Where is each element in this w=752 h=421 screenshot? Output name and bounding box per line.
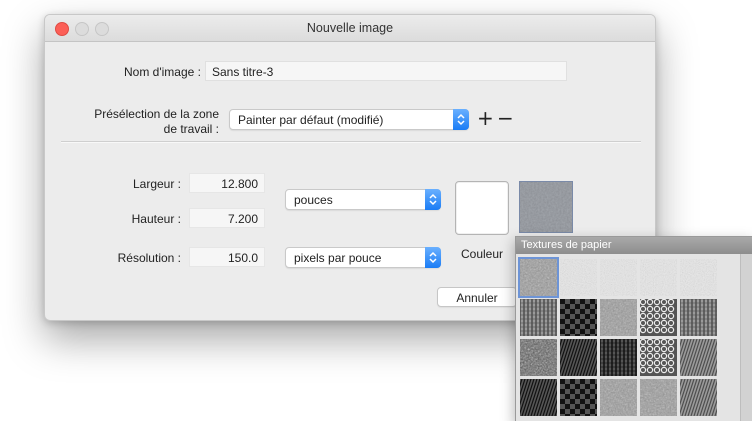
paper-texture-swatch[interactable] <box>519 181 573 233</box>
texture-thumb-grid-dark[interactable] <box>600 339 637 376</box>
texture-pattern-icon <box>680 339 717 376</box>
texture-pattern-icon <box>600 339 637 376</box>
preset-label: Présélection de la zone de travail : <box>49 107 219 137</box>
texture-thumb-circles-dark[interactable] <box>640 339 677 376</box>
resolution-field[interactable]: 150.0 <box>189 247 265 267</box>
textures-panel-title: Textures de papier <box>516 237 752 254</box>
texture-pattern-icon <box>680 259 717 296</box>
preset-label-line1: Présélection de la zone <box>94 107 219 121</box>
size-units-select[interactable]: pouces <box>285 189 441 210</box>
texture-pattern-icon <box>680 379 717 416</box>
texture-pattern-icon <box>520 379 557 416</box>
paper-color-well[interactable] <box>455 181 509 235</box>
resolution-units-select[interactable]: pixels par pouce <box>285 247 441 268</box>
size-units-value: pouces <box>294 193 333 207</box>
texture-pattern-icon <box>640 339 677 376</box>
remove-preset-button[interactable]: − <box>497 108 514 128</box>
width-field[interactable]: 12.800 <box>189 173 265 193</box>
section-divider <box>61 141 641 143</box>
preset-select[interactable]: Painter par défaut (modifié) <box>229 109 469 130</box>
texture-thumb-lines-dark[interactable] <box>520 379 557 416</box>
updown-arrows-icon <box>425 247 441 268</box>
texture-thumb-fabric[interactable] <box>680 299 717 336</box>
texture-pattern-icon <box>680 299 717 336</box>
texture-pattern-icon <box>640 259 677 296</box>
texture-thumb-hatch[interactable] <box>680 339 717 376</box>
texture-preview-icon <box>520 182 572 232</box>
texture-thumb-crumple[interactable] <box>640 379 677 416</box>
texture-pattern-icon <box>520 259 557 296</box>
texture-thumb-bricks[interactable] <box>560 379 597 416</box>
window-title: Nouvelle image <box>306 21 394 35</box>
texture-pattern-icon <box>520 299 557 336</box>
texture-pattern-icon <box>640 299 677 336</box>
texture-thumb-wave[interactable] <box>680 379 717 416</box>
texture-pattern-icon <box>560 259 597 296</box>
texture-pattern-icon <box>600 379 637 416</box>
textures-grid <box>518 257 720 419</box>
resolution-units-value: pixels par pouce <box>294 251 382 265</box>
add-preset-button[interactable]: + <box>477 108 494 128</box>
preset-select-value: Painter par défaut (modifié) <box>238 113 384 127</box>
texture-thumb-grain-light-3[interactable] <box>640 259 677 296</box>
preset-label-line2: de travail : <box>163 122 219 136</box>
texture-pattern-icon <box>640 379 677 416</box>
texture-pattern-icon <box>560 299 597 336</box>
texture-thumb-weave[interactable] <box>520 299 557 336</box>
color-label: Couleur <box>460 247 504 261</box>
texture-thumb-fiber[interactable] <box>600 379 637 416</box>
texture-pattern-icon <box>560 339 597 376</box>
texture-thumb-crackle[interactable] <box>600 299 637 336</box>
resolution-label: Résolution : <box>117 251 181 265</box>
textures-scrollbar[interactable] <box>740 254 752 421</box>
paper-textures-panel: Textures de papier <box>515 236 752 421</box>
image-name-field[interactable]: Sans titre-3 <box>205 61 567 81</box>
updown-arrows-icon <box>453 109 469 130</box>
texture-thumb-dots-dark[interactable] <box>640 299 677 336</box>
texture-thumb-grain-light-4[interactable] <box>680 259 717 296</box>
width-label: Largeur : <box>132 177 181 191</box>
texture-pattern-icon <box>520 339 557 376</box>
texture-thumb-streak-dark[interactable] <box>560 339 597 376</box>
texture-pattern-icon <box>600 259 637 296</box>
screen: Nouvelle image Nom d'image : Sans titre-… <box>0 0 752 421</box>
height-label: Hauteur : <box>131 212 181 226</box>
texture-thumb-checker[interactable] <box>560 299 597 336</box>
cancel-button[interactable]: Annuler <box>437 287 517 307</box>
texture-thumb-stone-dark[interactable] <box>520 339 557 376</box>
texture-thumb-grain-light-2[interactable] <box>600 259 637 296</box>
name-label: Nom d'image : <box>124 65 201 79</box>
title-bar[interactable]: Nouvelle image <box>45 15 655 42</box>
updown-arrows-icon <box>425 189 441 210</box>
texture-pattern-icon <box>600 299 637 336</box>
texture-thumb-grain-light-1[interactable] <box>560 259 597 296</box>
texture-thumb-grain-fine[interactable] <box>518 257 559 298</box>
texture-pattern-icon <box>560 379 597 416</box>
height-field[interactable]: 7.200 <box>189 208 265 228</box>
